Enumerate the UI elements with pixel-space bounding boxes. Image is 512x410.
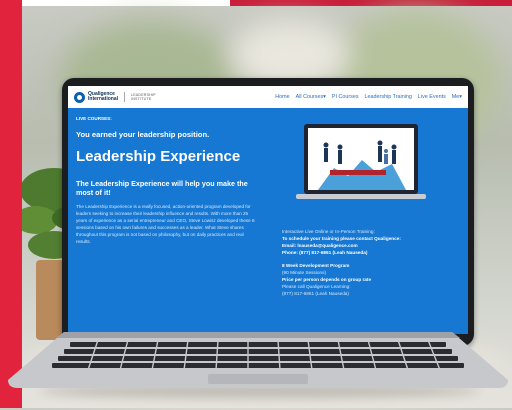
- nav-all-courses-label: All Courses: [295, 94, 324, 100]
- info-phone[interactable]: Phone: (877) 817-6861 (Leah Nauseda): [282, 249, 462, 256]
- top-red-strip: [230, 0, 512, 6]
- hero-tagline: The Leadership Experience will help you …: [76, 179, 248, 197]
- site-logo[interactable]: Qualigence International LEADERSHIP INST…: [74, 91, 156, 103]
- nav-more[interactable]: Me▾: [452, 94, 462, 100]
- site-navbar: Qualigence International LEADERSHIP INST…: [68, 86, 468, 108]
- chevron-down-icon: ▾: [323, 94, 326, 100]
- program-call: Please call Qualigence Learning:: [282, 284, 351, 289]
- info-training-type: Interactive Live Online or In-Person Tra…: [282, 229, 375, 234]
- info-schedule: To schedule your training please contact…: [282, 236, 401, 241]
- nav-home[interactable]: Home: [275, 94, 289, 100]
- logo-brand-sub: International: [88, 96, 119, 102]
- nav-pi-courses[interactable]: PI Courses: [332, 94, 359, 100]
- nav-live-events[interactable]: Live Events: [418, 94, 446, 100]
- laptop-keyboard-base: [8, 332, 508, 388]
- chevron-down-icon: ▾: [459, 94, 462, 100]
- nav-all-courses[interactable]: All Courses▾: [296, 94, 326, 100]
- logo-divider: [124, 92, 126, 102]
- laptop-screen: Qualigence International LEADERSHIP INST…: [68, 86, 468, 334]
- logo-mark-icon: [74, 91, 85, 103]
- page-title: Leadership Experience: [76, 148, 241, 165]
- info-email[interactable]: Email: lnauseda@qualigence.com: [282, 242, 462, 249]
- top-white-strip: [0, 0, 230, 6]
- logo-institute-sub: INSTITUTE: [131, 97, 152, 101]
- contact-info: Interactive Live Online or In-Person Tra…: [282, 228, 462, 297]
- program-price: Price per person depends on group rate: [282, 277, 372, 282]
- program-sessions: (90 Minute Sessions): [282, 270, 327, 275]
- program-title: 8 Week Development Program: [282, 263, 350, 268]
- leadership-illustration: [296, 124, 426, 199]
- hero-description: The Leadership Experience is a really fo…: [76, 204, 255, 244]
- program-phone[interactable]: (877) 817-6861 (Leah Nauseda): [282, 290, 462, 297]
- nav-menu: Home All Courses▾ PI Courses Leadership …: [275, 94, 462, 100]
- nav-leadership-training[interactable]: Leadership Training: [365, 94, 412, 100]
